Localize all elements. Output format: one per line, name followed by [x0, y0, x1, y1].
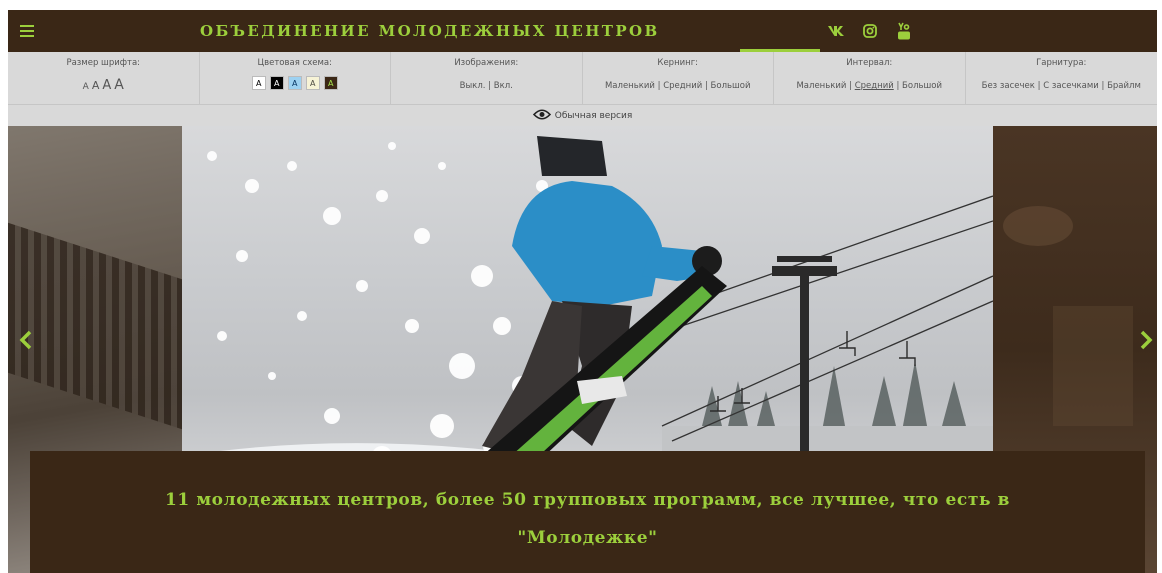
font-size-label: Размер шрифта:	[66, 58, 141, 68]
interval-small[interactable]: Маленький	[796, 81, 846, 91]
scheme-beige[interactable]: A	[305, 76, 320, 90]
typeface-braille[interactable]: Брайлм	[1107, 81, 1141, 91]
font-size-setting: Размер шрифта: A A A A	[8, 52, 200, 104]
scheme-brown[interactable]: A	[323, 76, 338, 90]
interval-medium[interactable]: Средний	[855, 81, 894, 91]
site-header: ОБЪЕДИНЕНИЕ МОЛОДЕЖНЫХ ЦЕНТРОВ	[8, 10, 1157, 52]
font-size-option-4[interactable]: A	[114, 77, 124, 93]
instagram-icon[interactable]	[860, 22, 880, 40]
hero-slider: 11 молодежных центров, более 50 групповы…	[8, 126, 1157, 573]
kerning-label: Кернинг:	[657, 58, 699, 68]
normal-version-label: Обычная версия	[554, 111, 633, 121]
social-links	[826, 22, 914, 40]
menu-icon[interactable]	[20, 25, 34, 37]
scheme-blue[interactable]: A	[287, 76, 302, 90]
images-sep: |	[488, 81, 492, 91]
kerning-small[interactable]: Маленький	[605, 81, 655, 91]
images-on[interactable]: Вкл.	[494, 81, 513, 91]
kerning-setting: Кернинг: Маленький | Средний | Большой	[583, 52, 774, 104]
page-frame: ОБЪЕДИНЕНИЕ МОЛОДЕЖНЫХ ЦЕНТРОВ Размер шр…	[8, 10, 1157, 573]
site-title[interactable]: ОБЪЕДИНЕНИЕ МОЛОДЕЖНЫХ ЦЕНТРОВ	[200, 22, 660, 40]
interval-large[interactable]: Большой	[902, 81, 942, 91]
eye-icon	[532, 109, 551, 123]
scheme-white[interactable]: A	[251, 76, 266, 90]
interval-setting: Интервал: Маленький | Средний | Большой	[774, 52, 966, 104]
panel-divider	[8, 104, 1157, 105]
slide-caption: 11 молодежных центров, более 50 групповы…	[30, 451, 1145, 573]
vk-icon[interactable]	[826, 22, 846, 40]
accessibility-panel: Размер шрифта: A A A A Цветовая схема: A…	[8, 52, 1157, 126]
images-label: Изображения:	[454, 58, 519, 68]
kerning-medium[interactable]: Средний	[663, 81, 702, 91]
font-size-option-3[interactable]: A	[102, 78, 111, 93]
typeface-label: Гарнитура:	[1036, 58, 1087, 68]
color-scheme-label: Цветовая схема:	[257, 58, 332, 68]
font-size-option-2[interactable]: A	[92, 79, 100, 92]
images-off[interactable]: Выкл.	[460, 81, 486, 91]
images-setting: Изображения: Выкл. | Вкл.	[391, 52, 583, 104]
slide-caption-text: 11 молодежных центров, более 50 групповы…	[164, 490, 1011, 548]
kerning-large[interactable]: Большой	[711, 81, 751, 91]
normal-version-link[interactable]: Обычная версия	[8, 109, 1157, 123]
font-size-option-1[interactable]: A	[83, 82, 89, 92]
color-scheme-setting: Цветовая схема: A A A A A	[200, 52, 391, 104]
youtube-icon[interactable]	[894, 22, 914, 40]
typeface-setting: Гарнитура: Без засечек | С засечками | Б…	[966, 52, 1158, 104]
typeface-sans[interactable]: Без засечек	[982, 81, 1035, 91]
slider-prev-arrow[interactable]	[16, 326, 36, 354]
interval-label: Интервал:	[846, 58, 893, 68]
typeface-serif[interactable]: С засечками	[1043, 81, 1099, 91]
slider-next-arrow[interactable]	[1136, 326, 1156, 354]
scheme-black[interactable]: A	[269, 76, 284, 90]
